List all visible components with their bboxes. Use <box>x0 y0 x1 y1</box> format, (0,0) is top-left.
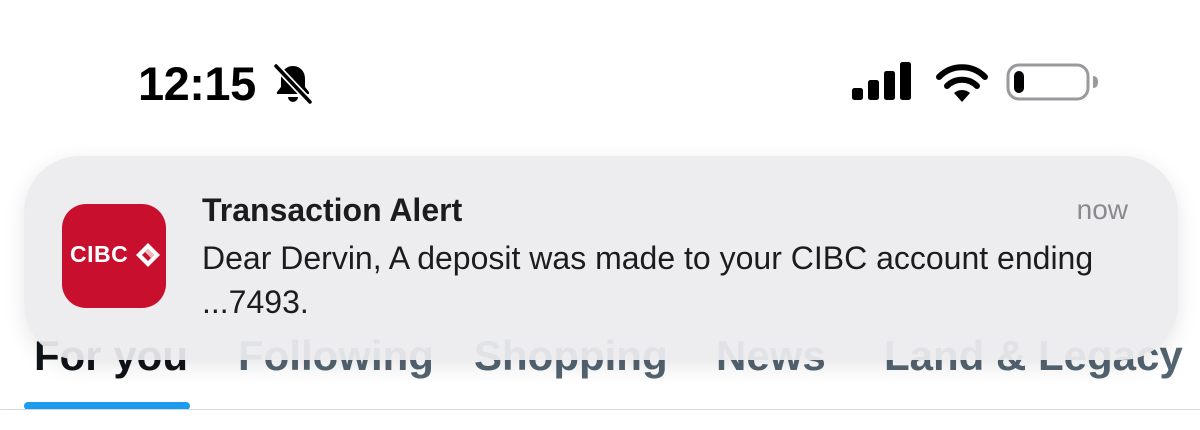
phone-screen: 12:15 For you Following Shopping <box>0 0 1200 430</box>
battery-icon <box>1006 63 1098 101</box>
bell-slash-icon <box>272 62 314 106</box>
cibc-app-icon: CIBC <box>62 204 166 308</box>
app-icon-label: CIBC <box>70 241 129 267</box>
tab-divider <box>0 409 1200 410</box>
status-time: 12:15 <box>138 57 256 110</box>
cibc-logo-icon <box>136 243 160 267</box>
notification-banner[interactable]: CIBC Transaction Alert now Dear Dervin, … <box>24 156 1178 360</box>
notification-time: now <box>1076 194 1128 225</box>
cellular-signal-icon <box>852 62 911 100</box>
notification-title: Transaction Alert <box>202 192 463 228</box>
wifi-icon <box>936 64 988 102</box>
status-bar: 12:15 <box>0 0 1200 150</box>
notification-body: Dear Dervin, A deposit was made to your … <box>202 240 1094 320</box>
